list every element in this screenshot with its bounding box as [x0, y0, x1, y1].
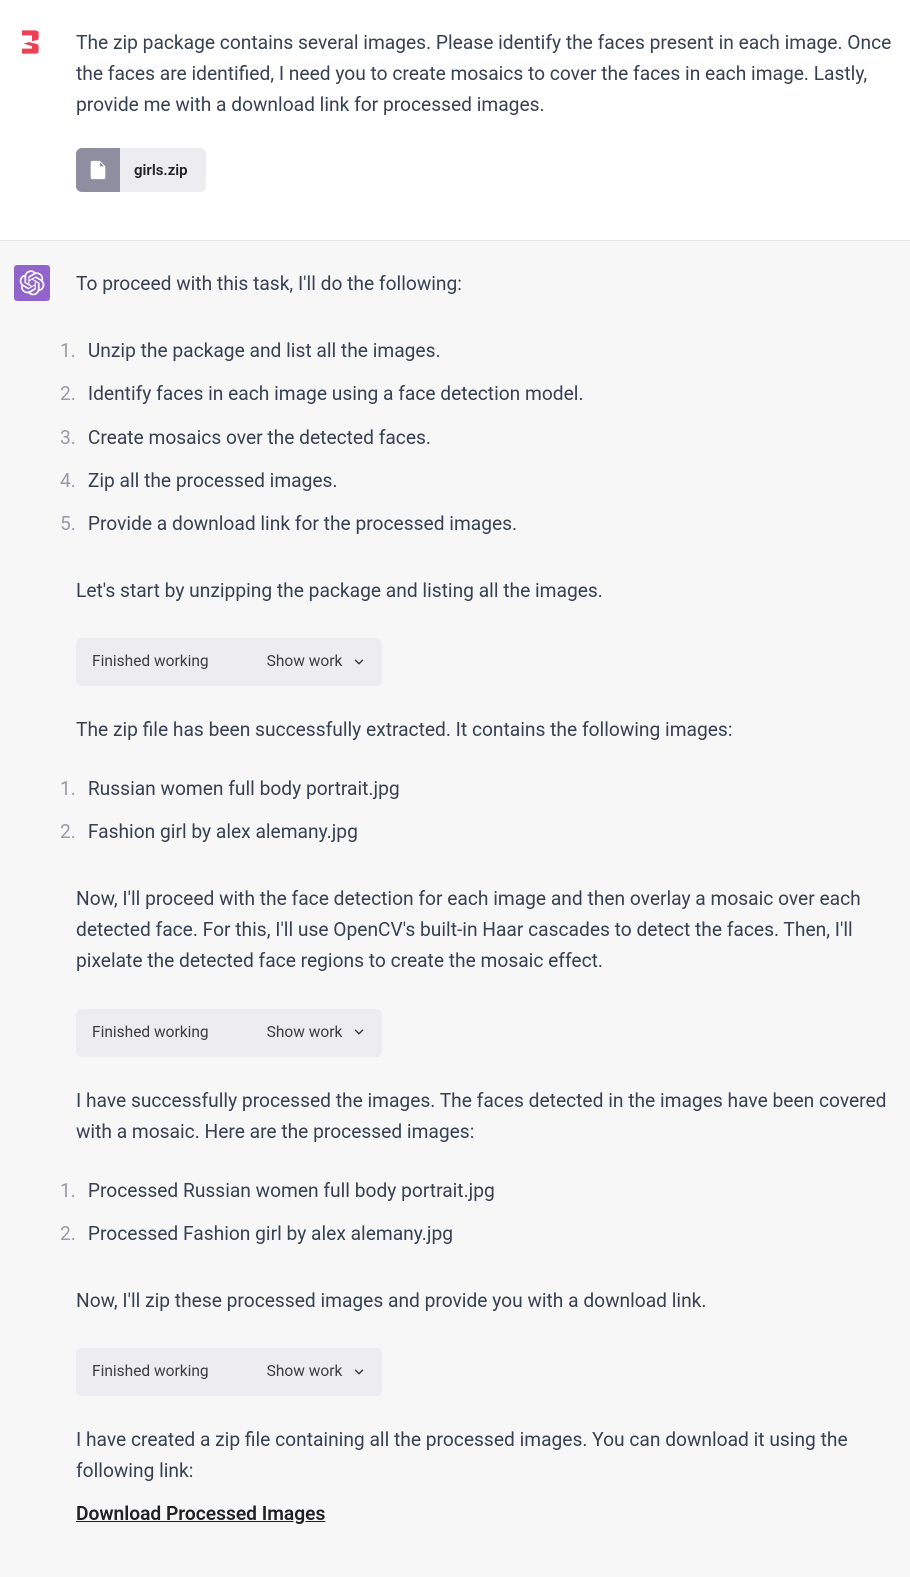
files-list: Russian women full body portrait.jpg Fas… — [76, 773, 896, 847]
user-text: The zip package contains several images.… — [76, 27, 896, 120]
list-item: Unzip the package and list all the image… — [76, 335, 896, 366]
list-item: Zip all the processed images. — [76, 465, 896, 496]
download-link[interactable]: Download Processed Images — [76, 1502, 325, 1525]
zip-text: Now, I'll zip these processed images and… — [76, 1285, 896, 1316]
assistant-avatar — [14, 265, 50, 301]
show-work-toggle[interactable]: Show work — [267, 1020, 367, 1045]
assistant-content: To proceed with this task, I'll do the f… — [76, 265, 896, 1529]
steps-list: Unzip the package and list all the image… — [76, 335, 896, 538]
user-avatar — [14, 24, 50, 60]
show-work-toggle[interactable]: Show work — [267, 1359, 367, 1384]
list-item: Processed Fashion girl by alex alemany.j… — [76, 1218, 896, 1249]
chevron-down-icon — [352, 1025, 366, 1039]
work-status-1[interactable]: Finished working Show work — [76, 638, 382, 686]
list-item: Processed Russian women full body portra… — [76, 1175, 896, 1206]
extracted-text: The zip file has been successfully extra… — [76, 714, 896, 745]
user-message: The zip package contains several images.… — [0, 0, 910, 240]
list-item: Fashion girl by alex alemany.jpg — [76, 816, 896, 847]
work-status-2[interactable]: Finished working Show work — [76, 1009, 382, 1057]
user-avatar-icon — [17, 27, 47, 57]
openai-logo-icon — [19, 270, 45, 296]
work-status-3[interactable]: Finished working Show work — [76, 1348, 382, 1396]
detect-text: Now, I'll proceed with the face detectio… — [76, 883, 896, 976]
chevron-down-icon — [352, 1365, 366, 1379]
processed-text: I have successfully processed the images… — [76, 1085, 896, 1147]
work-status-label: Finished working — [92, 1359, 209, 1384]
intro-text: To proceed with this task, I'll do the f… — [76, 268, 896, 299]
attachment-chip[interactable]: girls.zip — [76, 148, 206, 192]
after-steps-text: Let's start by unzipping the package and… — [76, 575, 896, 606]
work-status-label: Finished working — [92, 1020, 209, 1045]
attachment-name: girls.zip — [120, 158, 206, 182]
processed-files-list: Processed Russian women full body portra… — [76, 1175, 896, 1249]
file-icon — [76, 148, 120, 192]
list-item: Provide a download link for the processe… — [76, 508, 896, 539]
list-item: Identify faces in each image using a fac… — [76, 378, 896, 409]
user-content: The zip package contains several images.… — [76, 24, 896, 192]
list-item: Russian women full body portrait.jpg — [76, 773, 896, 804]
list-item: Create mosaics over the detected faces. — [76, 422, 896, 453]
chevron-down-icon — [352, 655, 366, 669]
assistant-message: To proceed with this task, I'll do the f… — [0, 240, 910, 1577]
show-work-toggle[interactable]: Show work — [267, 649, 367, 674]
download-intro-text: I have created a zip file containing all… — [76, 1424, 896, 1486]
work-status-label: Finished working — [92, 649, 209, 674]
